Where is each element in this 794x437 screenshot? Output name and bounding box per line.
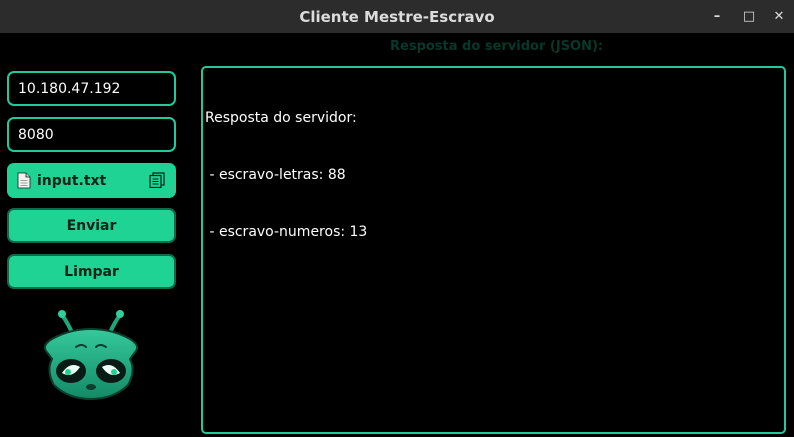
port-field[interactable]: 8080 (7, 117, 176, 152)
close-button[interactable]: ✕ (764, 0, 794, 33)
send-button-label: Enviar (66, 217, 117, 234)
port-value: 8080 (18, 126, 54, 143)
file-name-label: input.txt (37, 172, 107, 189)
response-line: - escravo-numeros: 13 (205, 224, 368, 240)
window-controls: – □ ✕ (702, 0, 794, 33)
response-line: - escravo-letras: 88 (205, 167, 346, 183)
ip-address-field[interactable]: 10.180.47.192 (7, 71, 176, 106)
response-line: Resposta do servidor: (205, 110, 357, 126)
window-titlebar: Cliente Mestre-Escravo – □ ✕ (0, 0, 794, 33)
window-title: Cliente Mestre-Escravo (299, 7, 495, 26)
document-icon (17, 172, 31, 189)
minimize-button[interactable]: – (702, 0, 732, 33)
response-textarea[interactable]: Resposta do servidor: - escravo-letras: … (201, 66, 786, 434)
ip-address-value: 10.180.47.192 (18, 80, 121, 97)
send-button[interactable]: Enviar (7, 208, 176, 243)
alien-mascot-icon (43, 310, 139, 401)
maximize-button[interactable]: □ (734, 0, 764, 33)
main-area: 10.180.47.192 8080 input.txt Enviar Limp… (0, 33, 794, 437)
file-browse-icon (149, 172, 165, 188)
response-heading: Resposta do servidor (JSON): (390, 39, 604, 54)
file-select-button[interactable]: input.txt (7, 163, 176, 198)
clear-button[interactable]: Limpar (7, 254, 176, 289)
clear-button-label: Limpar (64, 263, 119, 280)
